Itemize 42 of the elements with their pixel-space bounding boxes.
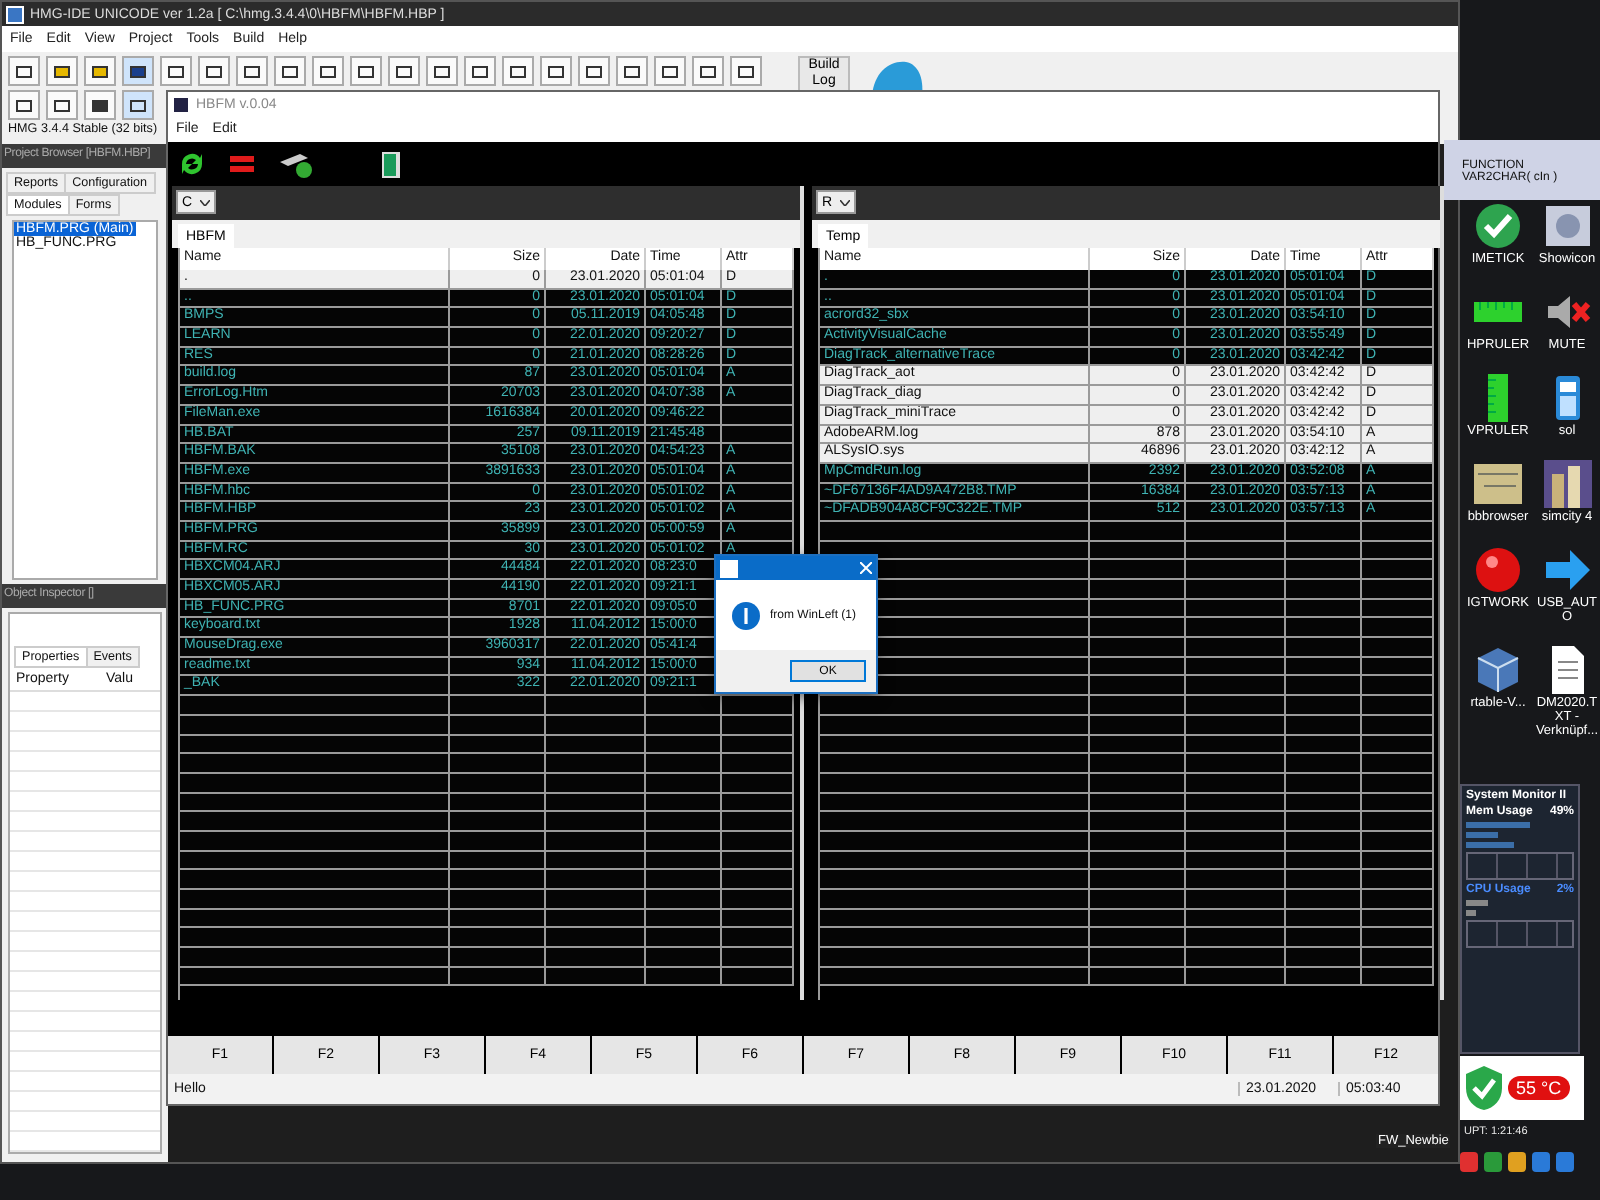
chevron-down-icon [200, 199, 210, 205]
refresh-icon[interactable] [178, 150, 206, 178]
toolbar-icon[interactable] [84, 56, 116, 86]
drive-icon[interactable] [278, 150, 314, 178]
toolbar-icon[interactable] [122, 90, 154, 120]
map-icon [1472, 458, 1524, 510]
toolbar-icon[interactable] [84, 90, 116, 120]
toolbar-icon[interactable] [160, 56, 192, 86]
toolbar-icon[interactable] [46, 56, 78, 86]
toolbar-icon[interactable] [388, 56, 420, 86]
equals-icon[interactable] [230, 154, 254, 174]
toolbar-icon[interactable] [654, 56, 686, 86]
usage-graph [1466, 920, 1574, 948]
toolbar-icon[interactable] [616, 56, 648, 86]
exit-door-icon[interactable] [378, 149, 402, 179]
ball-icon [1472, 544, 1524, 596]
toolbar-icon[interactable] [46, 90, 78, 120]
usage-graph [1466, 852, 1574, 880]
temperature-value: 55 °C [1508, 1076, 1570, 1100]
city-icon [1541, 458, 1593, 510]
toolbar-icon[interactable] [236, 56, 268, 86]
toolbar-icon[interactable] [8, 56, 40, 86]
close-icon[interactable] [860, 562, 872, 574]
toolbar-icon[interactable] [122, 56, 154, 86]
toolbar-icon[interactable] [730, 56, 762, 86]
chevron-down-icon [840, 199, 850, 205]
toolbar-icon[interactable] [540, 56, 572, 86]
toolbar-icon[interactable] [502, 56, 534, 86]
cube-icon [1472, 644, 1524, 696]
toolbar-icon[interactable] [312, 56, 344, 86]
toolbar-icon[interactable] [198, 56, 230, 86]
check-icon [1472, 200, 1524, 252]
toolbar-icon[interactable] [426, 56, 458, 86]
toolbar-icon[interactable] [692, 56, 724, 86]
toolbar-icon[interactable] [8, 90, 40, 120]
toolbar-icon[interactable] [350, 56, 382, 86]
app-icon [720, 559, 738, 577]
toolbar-icon[interactable] [578, 56, 610, 86]
toolbar-icon[interactable] [464, 56, 496, 86]
info-icon [732, 601, 760, 629]
arrow-icon [1541, 544, 1593, 596]
toolbar-icon[interactable] [274, 56, 306, 86]
